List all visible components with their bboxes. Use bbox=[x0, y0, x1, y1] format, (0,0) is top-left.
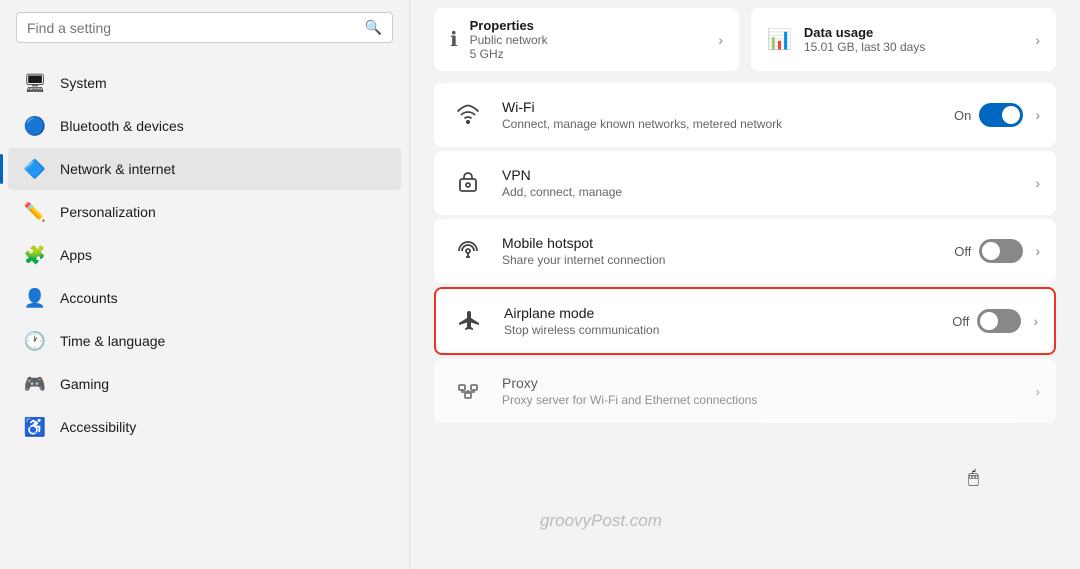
wifi-toggle[interactable] bbox=[979, 103, 1023, 127]
hotspot-right: Off › bbox=[954, 239, 1040, 263]
nav-list: 🖥 System 🔵 Bluetooth & devices 🔷 Network & in… bbox=[0, 61, 409, 449]
setting-card-proxy[interactable]: Proxy Proxy server for Wi-Fi and Ethernet… bbox=[434, 359, 1056, 423]
accessibility-nav-icon: ♿ bbox=[24, 416, 46, 438]
proxy-title: Proxy bbox=[502, 375, 1015, 391]
vpn-right: › bbox=[1031, 175, 1040, 191]
proxy-subtitle: Proxy server for Wi-Fi and Ethernet conn… bbox=[502, 393, 1015, 407]
wifi-icon bbox=[450, 97, 486, 133]
vpn-subtitle: Add, connect, manage bbox=[502, 185, 1015, 199]
sidebar-item-system[interactable]: 🖥 System bbox=[8, 62, 401, 104]
sidebar-item-personalization[interactable]: ✏️ Personalization bbox=[8, 191, 401, 233]
properties-sub2: 5 GHz bbox=[470, 47, 707, 61]
system-nav-icon: 🖥 bbox=[24, 72, 46, 94]
wifi-chevron: › bbox=[1035, 107, 1040, 123]
sidebar-item-time[interactable]: 🕐 Time & language bbox=[8, 320, 401, 362]
sidebar-item-label-bluetooth: Bluetooth & devices bbox=[60, 118, 184, 134]
sidebar-item-accounts[interactable]: 👤 Accounts bbox=[8, 277, 401, 319]
search-icon: 🔍 bbox=[365, 19, 382, 36]
time-nav-icon: 🕐 bbox=[24, 330, 46, 352]
properties-chevron: › bbox=[718, 32, 723, 48]
hotspot-text: Mobile hotspot Share your internet connec… bbox=[502, 235, 938, 267]
wifi-toggle-knob bbox=[1002, 106, 1020, 124]
network-nav-icon: 🔷 bbox=[24, 158, 46, 180]
proxy-text: Proxy Proxy server for Wi-Fi and Ethernet… bbox=[502, 375, 1015, 407]
gaming-nav-icon: 🎮 bbox=[24, 373, 46, 395]
vpn-icon bbox=[450, 165, 486, 201]
sidebar-item-bluetooth[interactable]: 🔵 Bluetooth & devices bbox=[8, 105, 401, 147]
data-usage-card[interactable]: 📊 Data usage 15.01 GB, last 30 days › bbox=[751, 8, 1056, 71]
sidebar-item-label-accessibility: Accessibility bbox=[60, 419, 136, 435]
airplane-chevron: › bbox=[1033, 313, 1038, 329]
airplane-subtitle: Stop wireless communication bbox=[504, 323, 936, 337]
hotspot-toggle[interactable] bbox=[979, 239, 1023, 263]
setting-card-hotspot[interactable]: Mobile hotspot Share your internet connec… bbox=[434, 219, 1056, 283]
main-content: ℹ Properties Public network 5 GHz › 📊 Da… bbox=[410, 0, 1080, 569]
sidebar-item-label-accounts: Accounts bbox=[60, 290, 118, 306]
hotspot-icon bbox=[450, 233, 486, 269]
apps-nav-icon: 🧩 bbox=[24, 244, 46, 266]
data-usage-icon: 📊 bbox=[767, 27, 792, 52]
sidebar-item-label-time: Time & language bbox=[60, 333, 165, 349]
wifi-status: On bbox=[954, 108, 971, 123]
wifi-right: On › bbox=[954, 103, 1040, 127]
sidebar-item-gaming[interactable]: 🎮 Gaming bbox=[8, 363, 401, 405]
data-usage-sub: 15.01 GB, last 30 days bbox=[804, 40, 1023, 54]
sidebar-item-accessibility[interactable]: ♿ Accessibility bbox=[8, 406, 401, 448]
sidebar-item-label-personalization: Personalization bbox=[60, 204, 156, 220]
bluetooth-nav-icon: 🔵 bbox=[24, 115, 46, 137]
info-icon: ℹ bbox=[450, 27, 458, 52]
content-area: ℹ Properties Public network 5 GHz › 📊 Da… bbox=[410, 0, 1080, 569]
setting-card-vpn[interactable]: VPN Add, connect, manage › bbox=[434, 151, 1056, 215]
setting-card-wifi[interactable]: Wi-Fi Connect, manage known networks, met… bbox=[434, 83, 1056, 147]
airplane-status: Off bbox=[952, 314, 969, 329]
sidebar-item-label-gaming: Gaming bbox=[60, 376, 109, 392]
vpn-chevron: › bbox=[1035, 175, 1040, 191]
airplane-icon bbox=[452, 303, 488, 339]
data-usage-chevron: › bbox=[1035, 32, 1040, 48]
hotspot-title: Mobile hotspot bbox=[502, 235, 938, 251]
sidebar-item-network[interactable]: 🔷Network & internet← bbox=[8, 148, 401, 190]
hotspot-chevron: › bbox=[1035, 243, 1040, 259]
airplane-toggle[interactable] bbox=[977, 309, 1021, 333]
airplane-text: Airplane mode Stop wireless communication bbox=[504, 305, 936, 337]
hotspot-subtitle: Share your internet connection bbox=[502, 253, 938, 267]
airplane-title: Airplane mode bbox=[504, 305, 936, 321]
sidebar-item-label-network: Network & internet bbox=[60, 161, 175, 177]
airplane-right: Off › bbox=[952, 309, 1038, 333]
wifi-subtitle: Connect, manage known networks, metered … bbox=[502, 117, 938, 131]
properties-title: Properties bbox=[470, 18, 707, 33]
sidebar: 🔍 🖥 System 🔵 Bluetooth & devices 🔷 Network & … bbox=[0, 0, 410, 569]
search-box[interactable]: 🔍 bbox=[16, 12, 393, 43]
airplane-toggle-knob bbox=[980, 312, 998, 330]
sidebar-item-label-apps: Apps bbox=[60, 247, 92, 263]
hotspot-status: Off bbox=[954, 244, 971, 259]
search-input[interactable] bbox=[27, 20, 357, 36]
sidebar-item-label-system: System bbox=[60, 75, 107, 91]
sidebar-item-apps[interactable]: 🧩 Apps bbox=[8, 234, 401, 276]
data-usage-title: Data usage bbox=[804, 25, 1023, 40]
wifi-text: Wi-Fi Connect, manage known networks, met… bbox=[502, 99, 938, 131]
wifi-title: Wi-Fi bbox=[502, 99, 938, 115]
top-cards: ℹ Properties Public network 5 GHz › 📊 Da… bbox=[434, 8, 1056, 71]
settings-list: Wi-Fi Connect, manage known networks, met… bbox=[434, 83, 1056, 423]
vpn-title: VPN bbox=[502, 167, 1015, 183]
properties-text: Properties Public network 5 GHz bbox=[470, 18, 707, 61]
proxy-icon bbox=[450, 373, 486, 409]
data-usage-text: Data usage 15.01 GB, last 30 days bbox=[804, 25, 1023, 54]
proxy-chevron: › bbox=[1035, 383, 1040, 399]
accounts-nav-icon: 👤 bbox=[24, 287, 46, 309]
personalization-nav-icon: ✏️ bbox=[24, 201, 46, 223]
setting-card-airplane[interactable]: Airplane mode Stop wireless communication… bbox=[434, 287, 1056, 355]
properties-sub1: Public network bbox=[470, 33, 707, 47]
vpn-text: VPN Add, connect, manage bbox=[502, 167, 1015, 199]
hotspot-toggle-knob bbox=[982, 242, 1000, 260]
proxy-right: › bbox=[1031, 383, 1040, 399]
properties-card[interactable]: ℹ Properties Public network 5 GHz › bbox=[434, 8, 739, 71]
